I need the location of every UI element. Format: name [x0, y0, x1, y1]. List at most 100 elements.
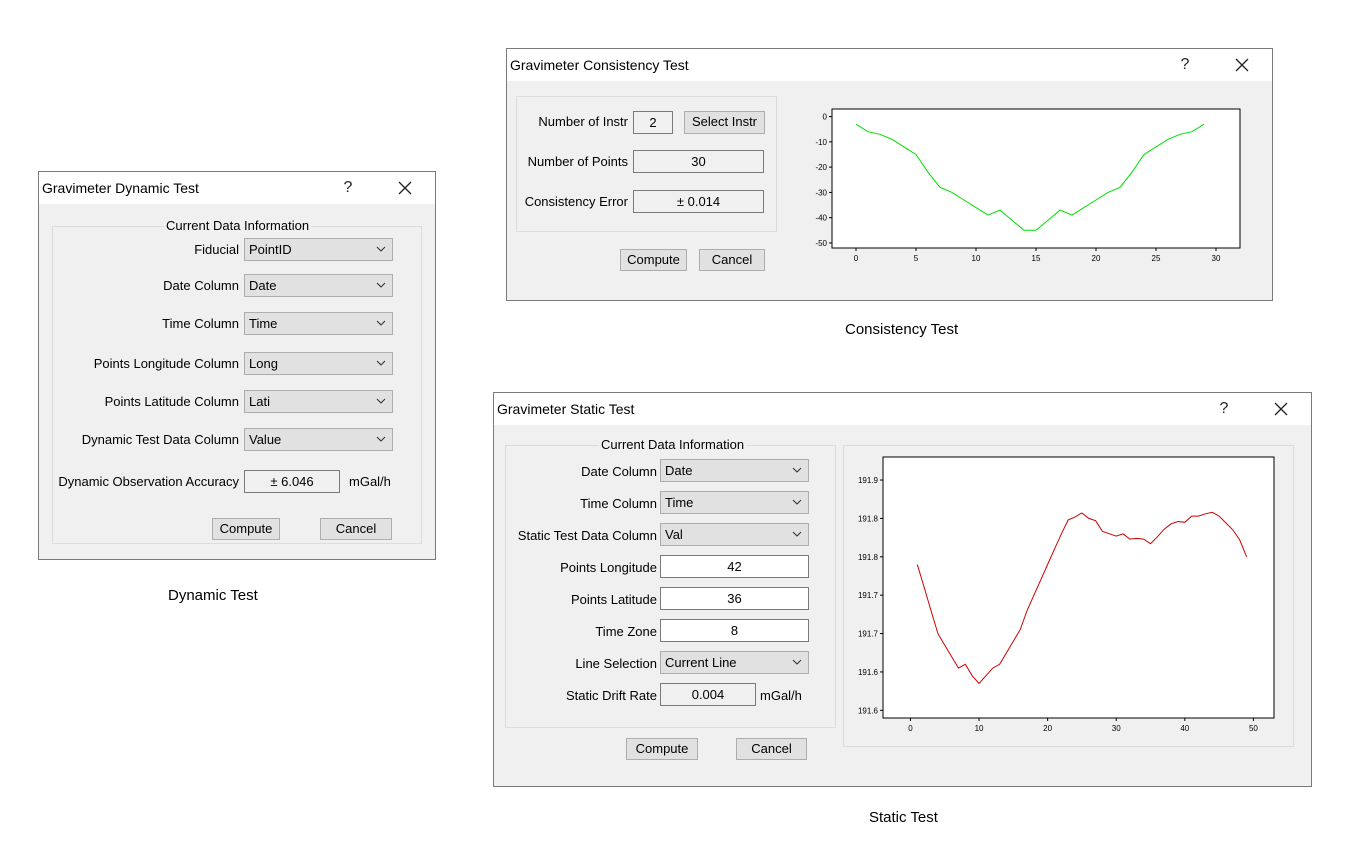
static-compute-button[interactable]: Compute — [626, 738, 698, 760]
help-icon[interactable]: ? — [1165, 53, 1205, 77]
consistency-x-tick-label: 25 — [1152, 254, 1161, 263]
line-selection-label: Line Selection — [575, 656, 657, 671]
consistency-y-tick-label: -20 — [815, 163, 827, 172]
latitude-column-select[interactable]: Lati — [244, 390, 393, 413]
time-column-label: Time Column — [162, 316, 239, 331]
points-longitude-input[interactable]: 42 — [660, 555, 809, 578]
static-x-tick-label: 10 — [975, 724, 984, 733]
consistency-x-tick-label: 20 — [1092, 254, 1101, 263]
close-icon[interactable] — [1222, 53, 1262, 77]
points-count-label: Number of Points — [527, 154, 628, 169]
consistency-x-tick-label: 15 — [1032, 254, 1041, 263]
close-icon[interactable] — [385, 176, 425, 200]
latitude-column-label: Points Latitude Column — [104, 394, 239, 409]
fiducial-select[interactable]: PointID — [244, 238, 393, 261]
select-instr-button[interactable]: Select Instr — [684, 111, 765, 134]
consistency-title: Gravimeter Consistency Test — [510, 57, 689, 73]
static-x-tick-label: 50 — [1249, 724, 1258, 733]
consistency-y-tick-label: 0 — [823, 113, 828, 122]
dynamic-data-column-select[interactable]: Value — [244, 428, 393, 451]
line-selection-value: Current Line — [665, 655, 737, 670]
static-cancel-button[interactable]: Cancel — [736, 738, 807, 760]
help-icon[interactable]: ? — [328, 176, 368, 200]
dynamic-group-title: Current Data Information — [164, 218, 312, 233]
chevron-down-icon — [376, 360, 386, 366]
static-date-column-label: Date Column — [581, 464, 657, 479]
static-data-column-label: Static Test Data Column — [517, 528, 657, 543]
consistency-caption: Consistency Test — [845, 321, 959, 338]
static-data-column-select[interactable]: Val — [660, 523, 809, 546]
static-date-column-value: Date — [665, 463, 693, 478]
static-test-dialog: Gravimeter Static Test ? Current Data In… — [493, 392, 1312, 787]
consistency-error-field: ± 0.014 — [633, 190, 764, 213]
points-count-field: 30 — [633, 150, 764, 173]
consistency-y-tick-label: -40 — [815, 214, 827, 223]
static-title: Gravimeter Static Test — [497, 401, 635, 417]
consistency-error-label: Consistency Error — [524, 194, 628, 209]
longitude-column-label: Points Longitude Column — [93, 356, 239, 371]
time-zone-input[interactable]: 8 — [660, 619, 809, 642]
static-y-tick-label: 191.8 — [858, 514, 879, 523]
chevron-down-icon — [792, 531, 802, 537]
static-titlebar: Gravimeter Static Test ? — [494, 393, 1311, 425]
drift-rate-field: 0.004 — [660, 683, 756, 706]
accuracy-unit: mGal/h — [349, 474, 391, 489]
date-column-label: Date Column — [163, 278, 239, 293]
dynamic-caption: Dynamic Test — [168, 587, 258, 604]
static-x-tick-label: 0 — [908, 724, 913, 733]
drift-rate-unit: mGal/h — [760, 688, 802, 703]
accuracy-field: ± 6.046 — [244, 470, 340, 493]
line-selection-select[interactable]: Current Line — [660, 651, 809, 674]
chevron-down-icon — [376, 246, 386, 252]
consistency-x-tick-label: 30 — [1212, 254, 1221, 263]
consistency-chart: 0 5 10 15 20 25 30 0 -10 -20 -30 -40 -50 — [815, 108, 1241, 263]
chevron-down-icon — [792, 499, 802, 505]
longitude-column-value: Long — [249, 356, 278, 371]
date-column-select[interactable]: Date — [244, 274, 393, 297]
dynamic-compute-button[interactable]: Compute — [212, 518, 280, 540]
static-x-tick-label: 20 — [1043, 724, 1052, 733]
fiducial-label: Fiducial — [194, 242, 239, 257]
dynamic-title: Gravimeter Dynamic Test — [42, 180, 199, 196]
static-y-tick-label: 191.9 — [858, 476, 879, 485]
chevron-down-icon — [376, 436, 386, 442]
static-x-tick-label: 30 — [1112, 724, 1121, 733]
static-y-tick-label: 191.6 — [858, 668, 879, 677]
consistency-compute-button[interactable]: Compute — [620, 249, 687, 271]
longitude-column-select[interactable]: Long — [244, 352, 393, 375]
drift-rate-label: Static Drift Rate — [565, 688, 657, 703]
static-time-column-select[interactable]: Time — [660, 491, 809, 514]
consistency-test-dialog: Gravimeter Consistency Test ? Number of … — [506, 48, 1273, 301]
static-y-tick-label: 191.8 — [858, 553, 879, 562]
instr-count-label: Number of Instr — [538, 114, 628, 129]
static-y-tick-label: 191.6 — [858, 706, 879, 715]
time-column-value: Time — [249, 316, 278, 331]
close-icon[interactable] — [1261, 397, 1301, 421]
dynamic-test-dialog: Gravimeter Dynamic Test ? Current Data I… — [38, 171, 436, 560]
dynamic-titlebar: Gravimeter Dynamic Test ? — [39, 172, 435, 204]
consistency-titlebar: Gravimeter Consistency Test ? — [507, 49, 1272, 81]
consistency-cancel-button[interactable]: Cancel — [699, 249, 765, 271]
static-caption: Static Test — [869, 809, 938, 826]
static-group-title: Current Data Information — [599, 437, 747, 452]
points-longitude-label: Points Longitude — [560, 560, 657, 575]
chevron-down-icon — [792, 467, 802, 473]
consistency-x-tick-label: 10 — [972, 254, 981, 263]
consistency-x-tick-label: 5 — [914, 254, 919, 263]
static-date-column-select[interactable]: Date — [660, 459, 809, 482]
dynamic-cancel-button[interactable]: Cancel — [320, 518, 392, 540]
fiducial-value: PointID — [249, 242, 292, 257]
instr-count-field: 2 — [633, 111, 673, 134]
chevron-down-icon — [376, 320, 386, 326]
help-icon[interactable]: ? — [1204, 397, 1244, 421]
static-plot-area — [882, 456, 1275, 719]
time-column-select[interactable]: Time — [244, 312, 393, 335]
chevron-down-icon — [792, 659, 802, 665]
consistency-y-tick-label: -50 — [815, 239, 827, 248]
accuracy-label: Dynamic Observation Accuracy — [58, 474, 239, 489]
dynamic-data-column-label: Dynamic Test Data Column — [81, 432, 239, 447]
consistency-plot-area — [831, 108, 1241, 249]
points-latitude-input[interactable]: 36 — [660, 587, 809, 610]
static-data-column-value: Val — [665, 527, 683, 542]
consistency-y-tick-label: -30 — [815, 188, 827, 197]
